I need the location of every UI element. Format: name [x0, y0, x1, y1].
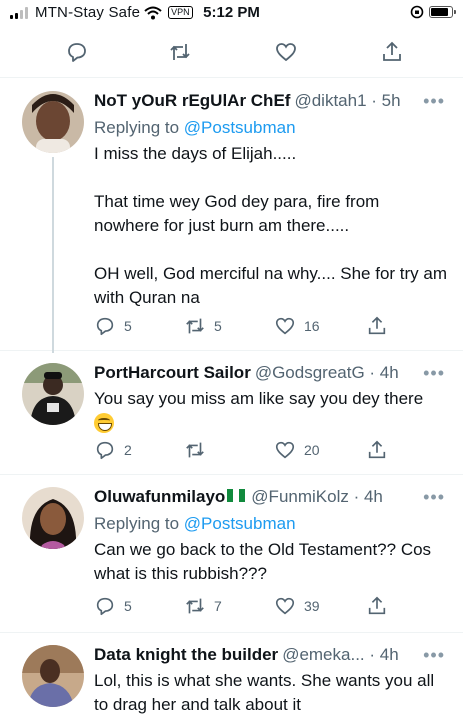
- like-icon: [275, 597, 295, 615]
- status-bar: MTN-Stay Safe VPN 5:12 PM: [0, 0, 463, 26]
- like-button[interactable]: 39: [274, 595, 320, 617]
- grinning-face-emoji: [94, 413, 114, 433]
- reply-count: 5: [124, 598, 132, 614]
- author-handle[interactable]: @FunmiKolz · 4h: [251, 487, 383, 507]
- like-button[interactable]: 20: [274, 439, 320, 461]
- thread-line: [52, 157, 54, 353]
- avatar[interactable]: [22, 363, 84, 425]
- like-button[interactable]: 16: [274, 315, 320, 337]
- tweet-paragraph: I miss the days of Elijah.....: [94, 144, 297, 163]
- retweet-icon: [186, 598, 204, 614]
- tweet-paragraph: Lol, this is what she wants. She wants y…: [94, 671, 435, 714]
- reply-count: 2: [124, 442, 132, 458]
- retweet-button[interactable]: [184, 439, 214, 461]
- reply-icon: [96, 317, 114, 336]
- tweet-paragraph: You say you miss am like say you dey the…: [94, 389, 424, 408]
- more-options-icon[interactable]: •••: [423, 91, 445, 112]
- share-icon: [368, 440, 386, 459]
- avatar[interactable]: [22, 645, 84, 707]
- reply-count: 5: [124, 318, 132, 334]
- like-icon: [275, 317, 295, 335]
- reply-icon: [96, 597, 114, 616]
- reply-button[interactable]: 5: [94, 315, 132, 337]
- tweet-text: Can we go back to the Old Testament?? Co…: [94, 538, 449, 586]
- like-count: 20: [304, 442, 320, 458]
- share-icon: [368, 316, 386, 335]
- like-count: 16: [304, 318, 320, 334]
- retweet-button[interactable]: 7: [184, 595, 222, 617]
- retweet-button[interactable]: 5: [184, 315, 222, 337]
- battery-level: [431, 8, 448, 16]
- tweet-paragraph: OH well, God merciful na why.... She for…: [94, 264, 448, 307]
- retweet-count: 7: [214, 598, 222, 614]
- tweet-actions: 2 20: [94, 439, 394, 461]
- author-name[interactable]: NoT yOuR rEgUlAr ChEf: [94, 91, 290, 111]
- tweet-text: You say you miss am like say you dey the…: [94, 387, 449, 437]
- like-icon: [275, 441, 295, 459]
- author-name[interactable]: Data knight the builder: [94, 645, 278, 665]
- tweet-paragraph: Can we go back to the Old Testament?? Co…: [94, 540, 432, 583]
- clock: 5:12 PM: [203, 4, 260, 21]
- battery-icon: [429, 6, 456, 18]
- author-name[interactable]: Oluwafunmilayo: [94, 487, 225, 507]
- share-button[interactable]: [366, 315, 388, 337]
- tweet-reply[interactable]: Data knight the builder @emeka... · 4h L…: [0, 633, 463, 720]
- share-button[interactable]: [366, 595, 388, 617]
- like-icon[interactable]: [274, 40, 298, 64]
- retweet-count: 5: [214, 318, 222, 334]
- avatar[interactable]: [22, 487, 84, 549]
- replying-to: Replying to @Postsubman: [94, 117, 449, 139]
- replying-to: Replying to @Postsubman: [94, 513, 449, 535]
- replying-prefix: Replying to: [94, 118, 184, 137]
- author-handle[interactable]: @GodsgreatG · 4h: [255, 363, 399, 383]
- main-tweet-actions: [0, 26, 463, 78]
- tweet-actions: 5 7 39: [94, 595, 394, 617]
- tweet-text: I miss the days of Elijah..... That time…: [94, 142, 449, 310]
- nigeria-flag-icon: [227, 487, 246, 502]
- more-options-icon[interactable]: •••: [423, 645, 445, 666]
- tweet-reply[interactable]: NoT yOuR rEgUlAr ChEf @diktah1 · 5h Repl…: [0, 79, 463, 353]
- retweet-icon: [186, 318, 204, 334]
- reply-button[interactable]: 5: [94, 595, 132, 617]
- reply-icon[interactable]: [65, 40, 89, 64]
- more-options-icon[interactable]: •••: [423, 363, 445, 384]
- author-name[interactable]: PortHarcourt Sailor: [94, 363, 251, 383]
- mention-link[interactable]: @Postsubman: [184, 118, 296, 137]
- like-count: 39: [304, 598, 320, 614]
- retweet-icon: [186, 442, 204, 458]
- tweet-paragraph: That time wey God dey para, fire from no…: [94, 192, 380, 235]
- share-icon[interactable]: [380, 40, 404, 64]
- tweet-actions: 5 5 16: [94, 315, 394, 337]
- replying-prefix: Replying to: [94, 514, 184, 533]
- more-options-icon[interactable]: •••: [423, 487, 445, 508]
- share-button[interactable]: [366, 439, 388, 461]
- reply-button[interactable]: 2: [94, 439, 132, 461]
- orientation-lock-icon: [410, 5, 424, 19]
- reply-icon: [96, 441, 114, 460]
- retweet-icon[interactable]: [168, 40, 192, 64]
- tweet-reply[interactable]: PortHarcourt Sailor @GodsgreatG · 4h You…: [0, 351, 463, 475]
- avatar[interactable]: [22, 91, 84, 153]
- tweet-text: Lol, this is what she wants. She wants y…: [94, 669, 449, 717]
- tweet-reply[interactable]: Oluwafunmilayo @FunmiKolz · 4h Replying …: [0, 475, 463, 633]
- share-icon: [368, 596, 386, 615]
- author-handle[interactable]: @diktah1 · 5h: [294, 91, 400, 111]
- author-handle[interactable]: @emeka... · 4h: [282, 645, 398, 665]
- mention-link[interactable]: @Postsubman: [184, 514, 296, 533]
